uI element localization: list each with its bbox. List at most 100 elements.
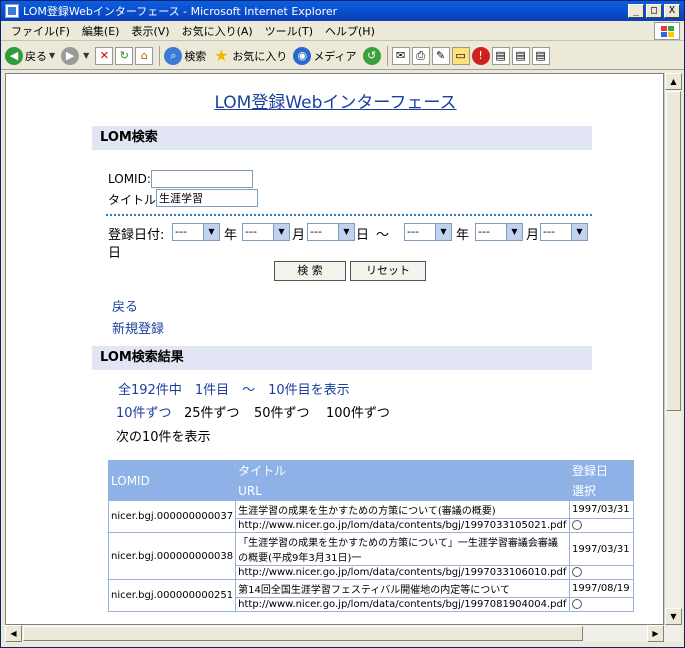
windows-logo-icon (654, 22, 680, 40)
cell-url[interactable]: http://www.nicer.go.jp/lom/data/contents… (235, 518, 570, 533)
per-page-25-link[interactable]: 25件ずつ (184, 402, 240, 421)
menu-favorites[interactable]: お気に入り(A) (176, 23, 259, 39)
forward-arrow-icon: ▶ (61, 46, 80, 65)
toolbar-divider (159, 45, 161, 66)
favorites-label: お気に入り (232, 49, 288, 63)
header-lomid: LOMID (107, 460, 237, 501)
forward-button[interactable]: ▶ ▼ (61, 46, 90, 65)
cell-date: 1997/03/31 (569, 532, 634, 566)
horizontal-scroll-thumb[interactable] (23, 626, 583, 641)
refresh-icon[interactable]: ↻ (115, 46, 134, 65)
results-section-header: LOM検索結果 (92, 346, 592, 370)
range-tilde: ～ (376, 228, 390, 243)
cell-url[interactable]: http://www.nicer.go.jp/lom/data/contents… (235, 565, 570, 580)
per-page-10-link[interactable]: 10件ずつ (116, 402, 172, 421)
search-icon: ⌕ (164, 46, 183, 65)
header-title: タイトル (235, 460, 570, 481)
to-year-select[interactable]: --- (404, 223, 452, 241)
media-button[interactable]: ◉ メディア (293, 46, 357, 65)
maximize-button[interactable]: □ (646, 4, 662, 18)
print-icon[interactable]: ⎙ (411, 46, 430, 65)
select-radio[interactable] (572, 599, 582, 609)
horizontal-scrollbar[interactable]: ◀ ▶ (5, 625, 681, 642)
title-label: タイトル: (108, 193, 161, 207)
page-content: LOM登録Webインターフェース LOM検索 LOMID: タイトル: 登録日付… (5, 73, 664, 625)
reset-button[interactable]: リセット (350, 261, 426, 281)
research-icon[interactable]: ▤ (531, 46, 550, 65)
menu-help[interactable]: ヘルプ(H) (319, 23, 381, 39)
header-url: URL (235, 480, 570, 501)
cell-title: 生涯学習の成果を生かすための方策について(審議の概要) (235, 500, 570, 519)
search-label: 検索 (184, 49, 207, 63)
from-year-select[interactable]: --- (172, 223, 220, 241)
ie-icon (5, 4, 19, 18)
favorites-button[interactable]: ★ お気に入り (212, 46, 288, 65)
stop-icon[interactable]: ✕ (95, 46, 114, 65)
home-icon[interactable]: ⌂ (135, 46, 154, 65)
vertical-scroll-thumb[interactable] (666, 91, 681, 411)
edit-icon[interactable]: ✎ (431, 46, 450, 65)
select-radio[interactable] (572, 567, 582, 577)
scroll-down-icon[interactable]: ▼ (665, 608, 682, 625)
history-icon[interactable]: ↺ (362, 46, 381, 65)
title-bar: LOM登録Webインターフェース - Microsoft Internet Ex… (1, 1, 684, 21)
back-arrow-icon: ◀ (5, 46, 23, 65)
cell-lomid: nicer.bgj.000000000251 (107, 579, 237, 612)
menu-view[interactable]: 表示(V) (125, 23, 175, 39)
per-page-50-link[interactable]: 50件ずつ (254, 402, 310, 421)
to-month-select[interactable]: --- (475, 223, 523, 241)
day-label: 日 (356, 228, 370, 243)
back-button[interactable]: ◀ 戻る ▼ (5, 46, 56, 65)
scroll-left-icon[interactable]: ◀ (5, 625, 22, 642)
minimize-button[interactable]: _ (628, 4, 644, 18)
table-row: nicer.bgj.000000000038 「生涯学習の成果を生かすための方策… (107, 532, 634, 580)
table-row: nicer.bgj.000000000251 第14回全国生涯学習フェスティバル… (107, 579, 634, 612)
window-title: LOM登録Webインターフェース - Microsoft Internet Ex… (23, 5, 338, 18)
mail-icon[interactable]: ✉ (391, 46, 410, 65)
cell-select (569, 518, 634, 533)
from-month-select[interactable]: --- (242, 223, 290, 241)
menu-bar: ファイル(F) 編集(E) 表示(V) お気に入り(A) ツール(T) ヘルプ(… (1, 21, 684, 41)
cell-lomid: nicer.bgj.000000000037 (107, 500, 237, 533)
scroll-right-icon[interactable]: ▶ (647, 625, 664, 642)
media-icon: ◉ (293, 46, 312, 65)
close-button[interactable]: X (664, 4, 680, 18)
cell-date: 1997/03/31 (569, 500, 634, 519)
to-day-select[interactable]: --- (540, 223, 588, 241)
year-label-to: 年 (456, 228, 470, 243)
lomid-input[interactable] (151, 170, 253, 188)
back-link[interactable]: 戻る (112, 296, 138, 315)
menu-file[interactable]: ファイル(F) (5, 23, 76, 39)
title-input[interactable] (156, 189, 258, 207)
discuss-icon[interactable]: ▤ (511, 46, 530, 65)
table-row: nicer.bgj.000000000037 生涯学習の成果を生かすための方策に… (107, 500, 634, 533)
cell-url[interactable]: http://www.nicer.go.jp/lom/data/contents… (235, 597, 570, 612)
month-label: 月 (292, 228, 306, 243)
browser-window: LOM登録Webインターフェース - Microsoft Internet Ex… (0, 0, 685, 648)
next-10-link[interactable]: 次の10件を表示 (116, 426, 211, 445)
select-radio[interactable] (572, 520, 582, 530)
new-registration-link[interactable]: 新規登録 (112, 318, 164, 337)
cell-date: 1997/08/19 (569, 579, 634, 598)
chevron-down-icon: ▼ (49, 51, 56, 60)
cell-lomid: nicer.bgj.000000000038 (107, 532, 237, 580)
messenger-icon[interactable]: ▤ (491, 46, 510, 65)
page-title[interactable]: LOM登録Webインターフェース (6, 88, 663, 113)
search-button[interactable]: ⌕ 検索 (164, 46, 207, 65)
results-table: LOMID タイトル 登録日 URL 選択 nicer.bgj.00000000… (107, 460, 634, 612)
per-page-100-link[interactable]: 100件ずつ (326, 402, 390, 421)
scroll-up-icon[interactable]: ▲ (665, 73, 682, 90)
alert-icon[interactable]: ! (471, 46, 490, 65)
folder-icon[interactable]: ▭ (451, 46, 470, 65)
day-label-to: 日 (108, 246, 122, 261)
search-submit-button[interactable]: 検 索 (274, 261, 346, 281)
media-label: メディア (313, 49, 357, 63)
lomid-label: LOMID: (108, 172, 151, 186)
chevron-down-icon: ▼ (83, 51, 90, 60)
menu-tools[interactable]: ツール(T) (259, 23, 319, 39)
vertical-scrollbar[interactable]: ▲ ▼ (664, 73, 682, 625)
year-label: 年 (224, 228, 238, 243)
menu-edit[interactable]: 編集(E) (76, 23, 126, 39)
from-day-select[interactable]: --- (307, 223, 355, 241)
results-summary: 全192件中 1件目 ～ 10件目を表示 (118, 383, 350, 398)
